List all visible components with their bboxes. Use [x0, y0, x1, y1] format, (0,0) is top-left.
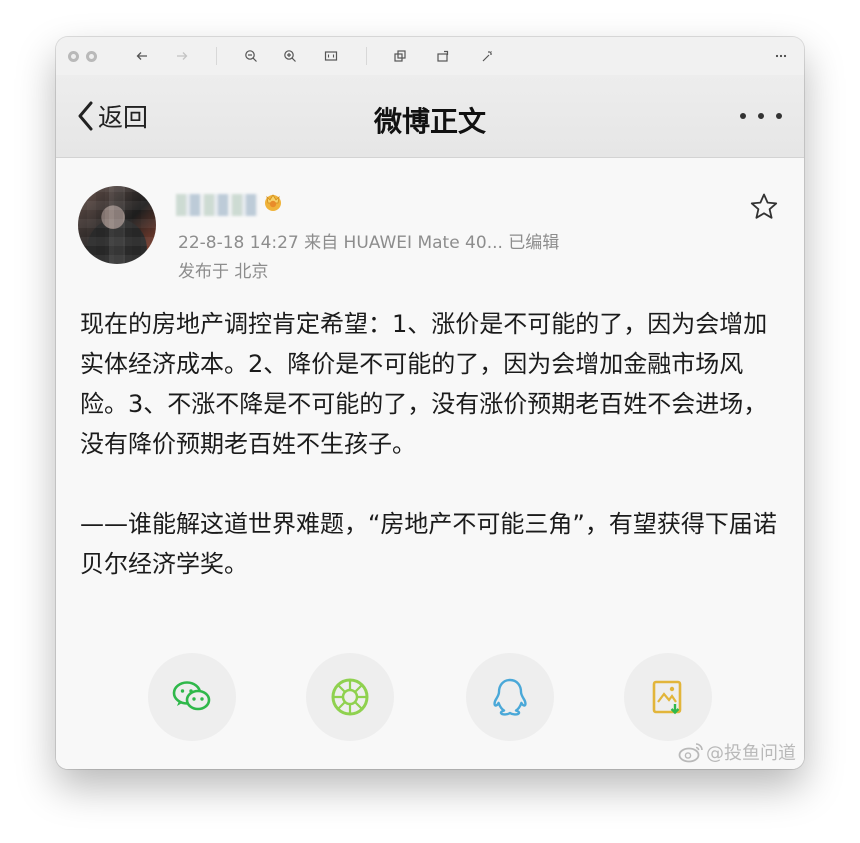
forward-arrow-icon[interactable]: [171, 46, 193, 66]
page-title: 微博正文: [373, 105, 486, 138]
save-image-icon: [652, 680, 682, 715]
more-icon[interactable]: [770, 46, 792, 66]
moments-icon: [331, 678, 369, 716]
post-timestamp-source: 22-8-18 14:27 来自 HUAWEI Mate 40... 已编辑: [178, 233, 560, 253]
weibo-navbar: 返回 微博正文: [56, 75, 804, 158]
post-body: 现在的房地产调控肯定希望：1、涨价是不可能的了，因为会增加实体经济成本。2、降价…: [80, 304, 780, 584]
zoom-out-icon[interactable]: [240, 46, 262, 66]
zoom-in-icon[interactable]: [279, 46, 301, 66]
close-window-button[interactable]: [68, 51, 79, 62]
save-image-button[interactable]: [624, 653, 712, 741]
screenshot-content: 返回 微博正文 22-8-18 14:27 来自 HUAWEI Mate 40.…: [56, 75, 804, 769]
share-wechat-button[interactable]: [148, 653, 236, 741]
post-location: 发布于 北京: [178, 262, 269, 282]
avatar[interactable]: [78, 186, 156, 264]
back-arrow-icon[interactable]: [131, 46, 153, 66]
weibo-watermark: @投鱼问道: [678, 739, 796, 765]
viewer-toolbar: [56, 37, 804, 76]
favorite-star-icon[interactable]: [748, 191, 780, 223]
share-bar: [56, 653, 804, 743]
share-moments-button[interactable]: [306, 653, 394, 741]
post-paragraph-2: ——谁能解这道世界难题，“房地产不可能三角”，有望获得下届诺贝尔经济学奖。: [80, 510, 777, 578]
more-options-icon[interactable]: [740, 113, 782, 123]
minimize-window-button[interactable]: [86, 51, 97, 62]
weibo-logo-icon: [678, 743, 703, 763]
magic-wand-icon[interactable]: [476, 46, 498, 66]
weibo-post: 22-8-18 14:27 来自 HUAWEI Mate 40... 已编辑 发…: [56, 158, 804, 769]
wechat-icon: [172, 681, 211, 711]
share-qq-button[interactable]: [466, 653, 554, 741]
crop-icon[interactable]: [389, 46, 411, 66]
watermark-text: @投鱼问道: [706, 743, 796, 764]
image-viewer-window: 返回 微博正文 22-8-18 14:27 来自 HUAWEI Mate 40.…: [56, 37, 804, 769]
vip-badge-icon: [265, 194, 281, 211]
post-paragraph-1: 现在的房地产调控肯定希望：1、涨价是不可能的了，因为会增加实体经济成本。2、降价…: [80, 310, 768, 458]
username-blurred[interactable]: [176, 194, 258, 216]
fit-icon[interactable]: [320, 46, 342, 66]
rotate-icon[interactable]: [432, 46, 454, 66]
qq-icon: [493, 678, 527, 716]
